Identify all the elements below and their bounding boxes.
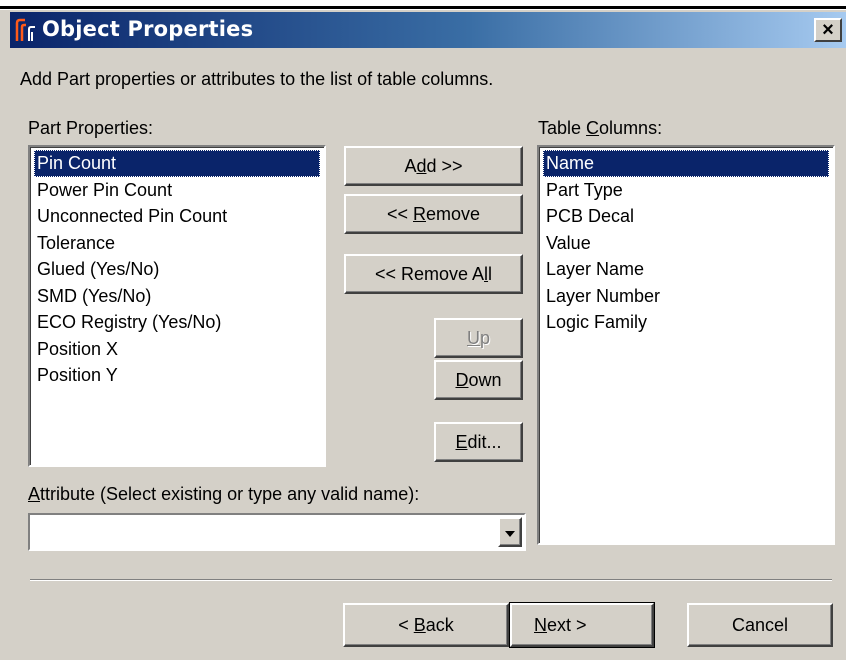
back-label-key: B xyxy=(413,615,426,635)
part-property-item[interactable]: ECO Registry (Yes/No) xyxy=(34,309,320,336)
add-label-pre: A xyxy=(404,156,417,176)
attribute-input[interactable] xyxy=(34,519,468,547)
attribute-label-post: ttribute (Select existing or type any va… xyxy=(40,484,420,504)
table-column-item[interactable]: Layer Number xyxy=(543,283,829,310)
part-property-item[interactable]: Power Pin Count xyxy=(34,177,320,204)
attribute-dropdown-button[interactable] xyxy=(498,517,522,547)
top-edge xyxy=(0,0,846,10)
back-button[interactable]: < Back xyxy=(343,603,509,647)
window-title: Object Properties xyxy=(42,17,254,41)
remove-label-key: R xyxy=(413,204,426,224)
table-columns-label-post: olumns: xyxy=(599,118,663,138)
part-property-item[interactable]: Pin Count xyxy=(34,150,320,177)
table-column-item[interactable]: Logic Family xyxy=(543,309,829,336)
part-properties-list[interactable]: Pin Count Power Pin Count Unconnected Pin … xyxy=(28,145,326,467)
back-label-post: ack xyxy=(425,615,454,635)
title-bar[interactable]: Object Properties × xyxy=(10,12,846,48)
table-column-item[interactable]: Name xyxy=(543,150,829,177)
attribute-label: Attribute (Select existing or type any v… xyxy=(28,484,419,505)
part-properties-label: Part Properties: xyxy=(28,118,154,138)
down-button[interactable]: Down xyxy=(434,360,523,400)
up-label-post: p xyxy=(479,328,490,348)
next-button[interactable]: Next > xyxy=(509,602,655,648)
close-button[interactable]: × xyxy=(814,18,842,42)
next-label-post: ext > xyxy=(547,615,587,635)
down-label-post: own xyxy=(468,370,502,390)
part-property-item[interactable]: Position Y xyxy=(34,362,320,389)
table-columns-label-pre: Table xyxy=(538,118,587,138)
footer-separator-highlight xyxy=(30,580,832,581)
up-label-key: U xyxy=(466,328,480,348)
add-label-key: d xyxy=(416,156,427,176)
table-column-item[interactable]: Layer Name xyxy=(543,256,829,283)
table-column-item[interactable]: PCB Decal xyxy=(543,203,829,230)
remove-button[interactable]: << Remove xyxy=(344,194,523,234)
remove-all-button[interactable]: << Remove All xyxy=(344,254,523,294)
cancel-button[interactable]: Cancel xyxy=(687,603,833,647)
chevron-down-icon xyxy=(505,531,515,537)
attribute-label-key: A xyxy=(28,484,41,504)
back-label-pre: < xyxy=(398,615,414,635)
instruction-text: Add Part properties or attributes to the… xyxy=(20,69,494,89)
remove-label-post: emove xyxy=(426,204,481,224)
add-label-post: d >> xyxy=(426,156,463,176)
table-columns-list[interactable]: Name Part Type PCB Decal Value Layer Name Lay… xyxy=(537,145,835,545)
down-label-key: D xyxy=(455,370,469,390)
remove-all-label-pre: << Remove A xyxy=(374,264,485,284)
table-column-item[interactable]: Value xyxy=(543,230,829,257)
part-property-item[interactable]: Position X xyxy=(34,336,320,363)
next-label-key: N xyxy=(534,615,547,635)
table-column-item[interactable]: Part Type xyxy=(543,177,829,204)
part-property-item[interactable]: Tolerance xyxy=(34,230,320,257)
app-logo-icon xyxy=(15,18,35,41)
close-icon: × xyxy=(822,19,834,41)
remove-label-pre: << xyxy=(386,204,413,224)
edit-button[interactable]: Edit... xyxy=(434,422,523,462)
edit-label-post: dit... xyxy=(467,432,502,452)
part-property-item[interactable]: Unconnected Pin Count xyxy=(34,203,320,230)
edit-label-key: E xyxy=(455,432,468,452)
part-property-item[interactable]: Glued (Yes/No) xyxy=(34,256,320,283)
remove-all-label-post: l xyxy=(488,264,493,284)
attribute-combobox[interactable] xyxy=(28,513,526,551)
add-button[interactable]: Add >> xyxy=(344,146,523,186)
table-columns-label: Table Columns: xyxy=(538,118,662,139)
table-columns-label-key: C xyxy=(586,118,600,138)
part-property-item[interactable]: SMD (Yes/No) xyxy=(34,283,320,310)
up-button[interactable]: Up xyxy=(434,318,523,358)
